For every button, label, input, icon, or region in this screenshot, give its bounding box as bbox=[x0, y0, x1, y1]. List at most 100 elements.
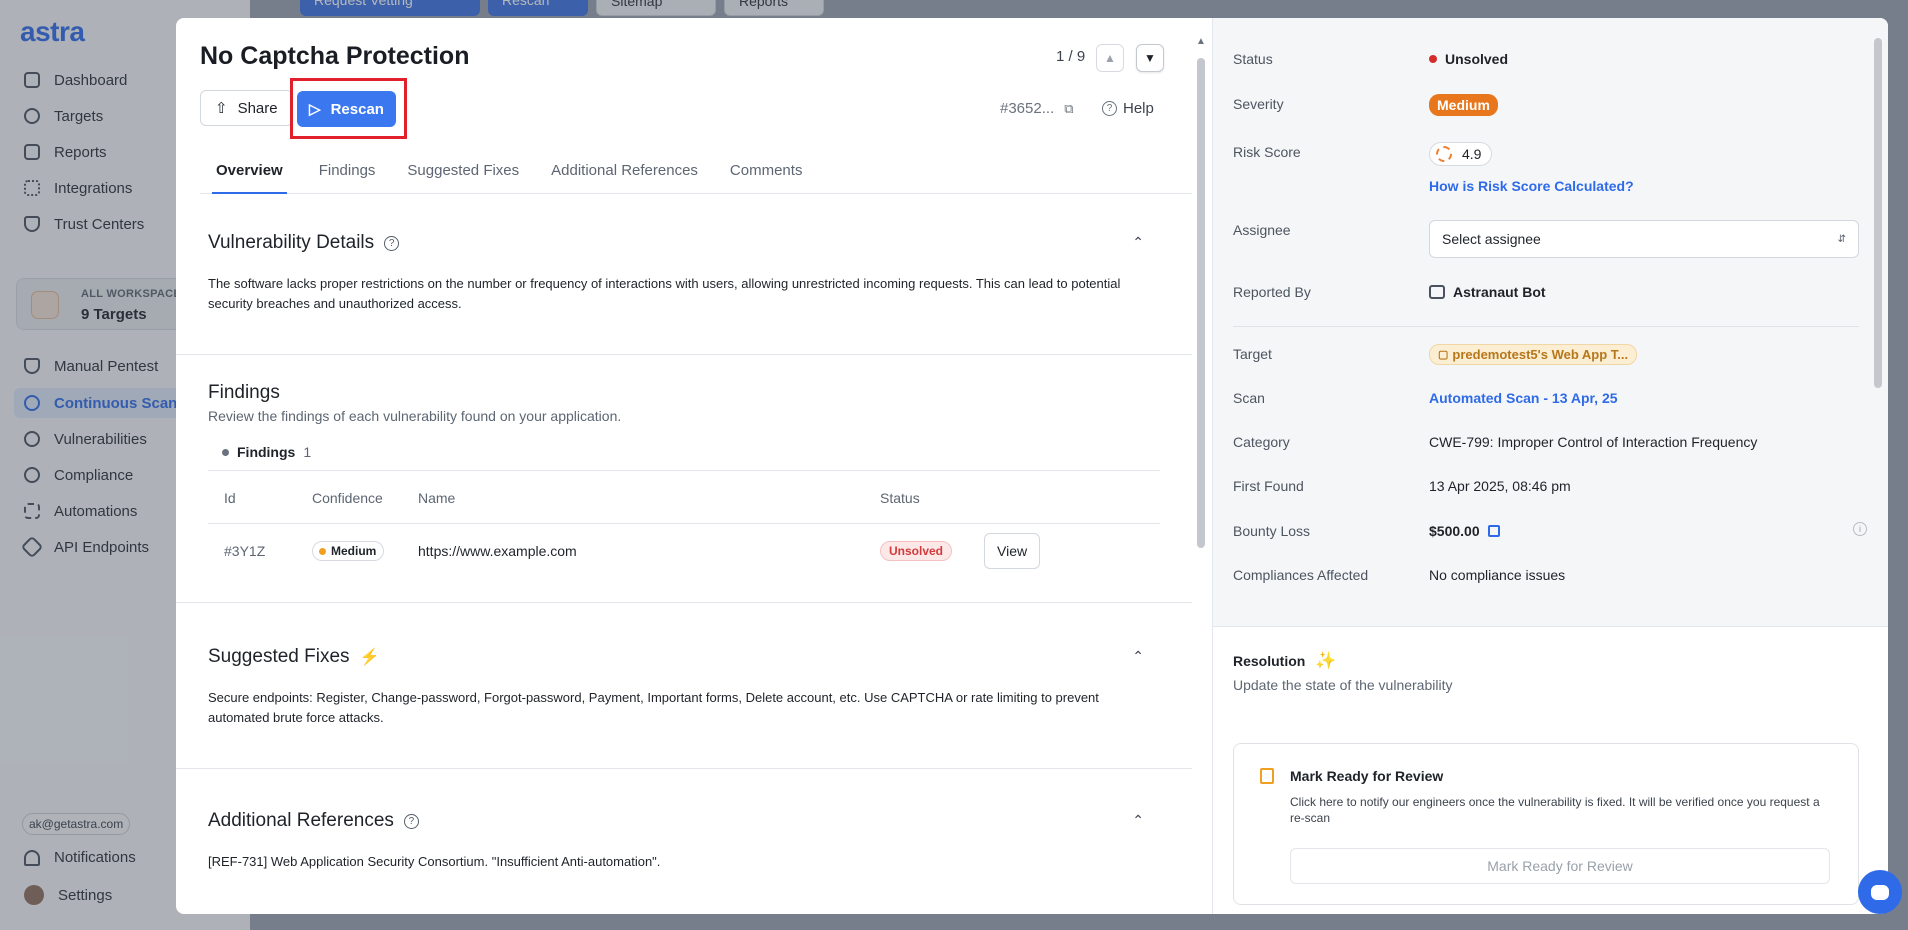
chip-count: 1 bbox=[303, 444, 312, 460]
tab-comments[interactable]: Comments bbox=[730, 160, 803, 194]
additional-references-heading: Additional References ? bbox=[208, 810, 419, 832]
sparkle-icon: ✨ bbox=[1315, 651, 1337, 670]
dot-icon bbox=[222, 448, 229, 456]
lightning-icon: ⚡ bbox=[359, 649, 380, 666]
column-header-confidence: Confidence bbox=[312, 490, 383, 506]
scan-link[interactable]: Automated Scan - 13 Apr, 25 bbox=[1429, 390, 1618, 406]
tab-additional-references[interactable]: Additional References bbox=[551, 160, 698, 194]
reference-id-text: #3652... bbox=[1000, 100, 1055, 117]
reported-by-label: Reported By bbox=[1233, 284, 1311, 300]
finding-name: https://www.example.com bbox=[418, 543, 577, 559]
reporter-name: Astranaut Bot bbox=[1453, 284, 1546, 300]
monitor-icon: ▢ bbox=[1438, 349, 1449, 361]
help-icon[interactable]: ? bbox=[384, 235, 400, 251]
rescan-label: Rescan bbox=[330, 100, 384, 118]
tab-overview[interactable]: Overview bbox=[212, 160, 287, 194]
column-header-name: Name bbox=[418, 490, 456, 506]
findings-heading: Findings bbox=[208, 382, 280, 404]
info-icon[interactable]: i bbox=[1853, 522, 1867, 536]
assignee-select[interactable]: Select assignee ⇵ bbox=[1429, 220, 1859, 258]
details-panel: Status Unsolved Severity Medium Risk Sco… bbox=[1212, 18, 1888, 914]
tab-findings[interactable]: Findings bbox=[319, 160, 376, 194]
vulnerability-details-heading: Vulnerability Details ? bbox=[208, 232, 400, 254]
chevron-down-icon: ▼ bbox=[1144, 51, 1156, 65]
findings-table: Id Confidence Name Status #3Y1Z Medium h… bbox=[208, 470, 1160, 578]
mark-ready-card[interactable]: Mark Ready for Review Click here to noti… bbox=[1233, 743, 1859, 905]
next-button[interactable]: ▼ bbox=[1136, 44, 1164, 72]
help-icon: ? bbox=[1102, 101, 1117, 116]
confidence-badge: Medium bbox=[312, 541, 385, 561]
chevron-up-icon: ⌃ bbox=[1132, 234, 1144, 250]
rescan-button[interactable]: ▷ Rescan bbox=[297, 91, 396, 127]
previous-button[interactable]: ▲ bbox=[1096, 44, 1124, 72]
risk-gauge-icon bbox=[1436, 146, 1452, 162]
view-button[interactable]: View bbox=[984, 533, 1041, 569]
status-label: Status bbox=[1233, 51, 1273, 67]
bounty-loss-label: Bounty Loss bbox=[1233, 523, 1311, 539]
divider bbox=[176, 768, 1192, 769]
copy-icon[interactable]: ⧉ bbox=[1064, 101, 1073, 117]
share-button[interactable]: ⇧ Share bbox=[200, 90, 293, 126]
scroll-thumb[interactable] bbox=[1197, 58, 1205, 548]
collapse-toggle[interactable]: ⌃ bbox=[1132, 234, 1144, 251]
assignee-label: Assignee bbox=[1233, 222, 1291, 238]
target-chip[interactable]: ▢ predemotest5's Web App T... bbox=[1429, 344, 1638, 365]
category-label: Category bbox=[1233, 434, 1290, 450]
tab-suggested-fixes[interactable]: Suggested Fixes bbox=[407, 160, 519, 194]
section-title: Suggested Fixes bbox=[208, 646, 350, 667]
scroll-up-icon[interactable]: ▲ bbox=[1196, 36, 1206, 47]
main-scrollbar[interactable]: ▲ ▼ bbox=[1196, 36, 1206, 908]
help-icon[interactable]: ? bbox=[403, 813, 419, 829]
first-found-value: 13 Apr 2025, 08:46 pm bbox=[1429, 478, 1571, 494]
findings-filter-chip[interactable]: Findings 1 bbox=[222, 444, 311, 460]
risk-score-text: 4.9 bbox=[1462, 146, 1482, 162]
target-name: predemotest5's Web App T... bbox=[1452, 347, 1629, 362]
risk-score-label: Risk Score bbox=[1233, 144, 1301, 160]
collapse-toggle[interactable]: ⌃ bbox=[1132, 648, 1144, 665]
finding-id: #3Y1Z bbox=[224, 543, 266, 559]
risk-score-badge: 4.9 bbox=[1429, 142, 1493, 166]
resolution-section: Resolution ✨ Update the state of the vul… bbox=[1213, 626, 1888, 914]
section-title: Findings bbox=[208, 382, 280, 403]
assignee-placeholder: Select assignee bbox=[1442, 231, 1541, 247]
reference-id: #3652... ⧉ bbox=[1000, 100, 1074, 117]
share-icon: ⇧ bbox=[215, 100, 228, 117]
target-value: ▢ predemotest5's Web App T... bbox=[1429, 344, 1638, 365]
additional-references-text: [REF-731] Web Application Security Conso… bbox=[208, 854, 661, 869]
chevron-up-icon: ⌃ bbox=[1132, 812, 1144, 828]
compliances-value: No compliance issues bbox=[1429, 567, 1566, 583]
chat-support-button[interactable] bbox=[1858, 870, 1902, 914]
severity-value: Medium bbox=[1429, 94, 1498, 116]
severity-label: Severity bbox=[1233, 96, 1284, 112]
resolution-subtitle: Update the state of the vulnerability bbox=[1233, 677, 1453, 693]
details-scrollbar[interactable] bbox=[1874, 38, 1882, 388]
risk-score-value: 4.9 bbox=[1429, 142, 1493, 166]
finding-status: Unsolved bbox=[880, 524, 953, 578]
pager-count: 1 / 9 bbox=[1056, 48, 1086, 65]
external-link-icon[interactable] bbox=[1487, 525, 1500, 537]
share-label: Share bbox=[237, 99, 278, 117]
risk-score-link[interactable]: How is Risk Score Calculated? bbox=[1429, 178, 1634, 194]
help-link[interactable]: ? Help bbox=[1102, 100, 1154, 117]
findings-subtitle: Review the findings of each vulnerabilit… bbox=[208, 408, 622, 424]
play-icon: ▷ bbox=[309, 101, 321, 118]
category-value: CWE-799: Improper Control of Interaction… bbox=[1429, 434, 1758, 450]
vulnerability-main-pane: No Captcha Protection 1 / 9 ▲ ▼ ⇧ Share … bbox=[176, 18, 1192, 914]
confidence-label: Medium bbox=[331, 544, 377, 558]
robot-icon bbox=[1429, 285, 1445, 299]
collapse-toggle[interactable]: ⌃ bbox=[1132, 812, 1144, 829]
chevron-up-icon: ⌃ bbox=[1132, 648, 1144, 664]
target-label: Target bbox=[1233, 346, 1272, 362]
table-header: Id Confidence Name Status bbox=[208, 470, 1160, 524]
vulnerability-description: The software lacks proper restrictions o… bbox=[208, 276, 1121, 311]
finding-action: View bbox=[984, 524, 1041, 578]
column-header-status: Status bbox=[880, 490, 920, 506]
clipboard-icon bbox=[1260, 768, 1274, 784]
mark-ready-button[interactable]: Mark Ready for Review bbox=[1290, 848, 1830, 884]
chevron-updown-icon: ⇵ bbox=[1837, 233, 1846, 245]
page-title: No Captcha Protection bbox=[200, 42, 470, 70]
divider bbox=[176, 354, 1192, 355]
chevron-up-icon: ▲ bbox=[1104, 51, 1116, 65]
table-row[interactable]: #3Y1Z Medium https://www.example.com Uns… bbox=[208, 524, 1160, 578]
status-text: Unsolved bbox=[1445, 51, 1509, 67]
